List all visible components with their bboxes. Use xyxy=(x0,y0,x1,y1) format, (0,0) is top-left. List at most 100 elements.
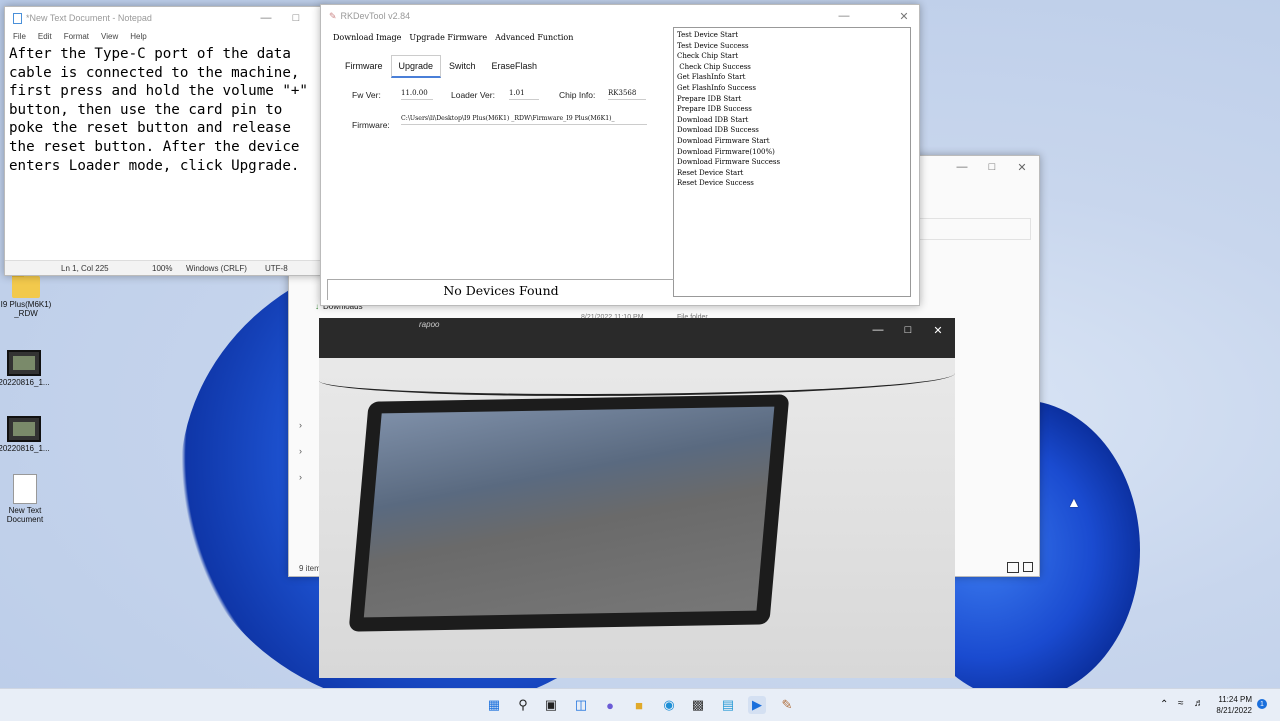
log-line: Get FlashInfo Success xyxy=(677,83,756,92)
log-line: Download Firmware Success xyxy=(677,158,781,167)
log-line: Prepare IDB Start xyxy=(677,94,742,103)
store-icon[interactable]: ▩ xyxy=(689,696,707,714)
close-button[interactable]: ✕ xyxy=(889,5,919,27)
log-line: Download IDB Success xyxy=(677,126,759,135)
close-button[interactable]: ✕ xyxy=(1007,156,1037,178)
log-panel[interactable]: Test Device Start Test Device Success Ch… xyxy=(673,27,911,297)
menu-bar: File Edit Format View Help xyxy=(5,29,323,43)
tablet-screen xyxy=(363,406,775,618)
firmware-button[interactable]: Firmware xyxy=(337,55,391,77)
log-line: Reset Device Start xyxy=(677,168,744,177)
widgets-icon[interactable]: ◫ xyxy=(572,696,590,714)
mouse-cursor-icon: ▲ xyxy=(1067,494,1081,510)
expand-chevron-icon[interactable]: › xyxy=(299,420,302,430)
maximize-button[interactable]: □ xyxy=(977,156,1007,178)
rkdevtool-icon[interactable]: ✎ xyxy=(778,696,796,714)
log-line: Prepare IDB Success xyxy=(677,105,752,114)
notepad-window[interactable]: *New Text Document - Notepad — □ File Ed… xyxy=(4,6,324,276)
download-icon: ↓ xyxy=(315,302,319,311)
log-line: Test Device Start xyxy=(677,31,739,39)
upgrade-button[interactable]: Upgrade xyxy=(390,55,442,78)
rkdevtool-titlebar[interactable]: ✎ RKDevTool v2.84 — ✕ xyxy=(321,5,919,27)
close-button[interactable]: ✕ xyxy=(923,322,953,338)
video-player-window[interactable]: rapoo — □ ✕ xyxy=(319,318,955,678)
status-bar: Ln 1, Col 225 100% Windows (CRLF) UTF-8 xyxy=(5,260,323,275)
tab-bar: Download Image Upgrade Firmware Advanced… xyxy=(333,33,573,42)
minimize-button[interactable]: — xyxy=(947,156,977,178)
notepad-titlebar[interactable]: *New Text Document - Notepad — □ xyxy=(5,7,323,29)
desktop-icon-video[interactable]: 20220816_1... xyxy=(0,350,54,387)
folder-icon xyxy=(12,272,40,298)
log-line: Check Chip Success xyxy=(677,62,751,71)
tab-advanced-function[interactable]: Advanced Function xyxy=(495,33,573,42)
video-frame-tablet xyxy=(348,394,790,632)
video-file-icon xyxy=(7,416,41,442)
menu-help[interactable]: Help xyxy=(130,32,146,41)
menu-file[interactable]: File xyxy=(13,32,26,41)
loader-ver-label: Loader Ver: xyxy=(451,90,495,100)
keyboard-brand: rapoo xyxy=(419,320,440,329)
text-editor[interactable]: After the Type-C port of the data cable … xyxy=(5,43,319,177)
desktop-icon-video[interactable]: 20220816_1... xyxy=(0,416,54,453)
desktop-icon-folder[interactable]: I9 Plus(M6K1) _RDW xyxy=(0,272,56,318)
menu-format[interactable]: Format xyxy=(64,32,89,41)
notepad-app-icon xyxy=(13,12,22,24)
menu-edit[interactable]: Edit xyxy=(38,32,52,41)
cursor-position: Ln 1, Col 225 xyxy=(61,263,109,273)
desktop-icon-label: New Text Document xyxy=(6,506,44,524)
search-box[interactable] xyxy=(919,218,1031,240)
volume-icon[interactable]: ♬ xyxy=(1194,698,1204,709)
firmware-label: Firmware: xyxy=(352,120,390,130)
media-player-icon[interactable]: ▶ xyxy=(748,696,766,714)
encoding: UTF-8 xyxy=(265,263,288,273)
log-line: Get FlashInfo Start xyxy=(677,73,746,82)
maximize-button[interactable]: □ xyxy=(893,322,923,338)
rkdevtool-app-icon: ✎ xyxy=(329,10,337,21)
window-title: *New Text Document - Notepad xyxy=(26,13,152,23)
window-title: RKDevTool v2.84 xyxy=(340,11,411,21)
desktop-icon-text-document[interactable]: New Text Document xyxy=(0,474,55,524)
file-explorer-icon[interactable]: ■ xyxy=(630,696,648,714)
firmware-path-field[interactable]: C:\Users\li\Desktop\I9 Plus(M6K1) _RDW\F… xyxy=(401,115,647,125)
log-line: Check Chip Start xyxy=(677,52,739,61)
minimize-button[interactable]: — xyxy=(251,7,281,29)
start-icon[interactable]: ▦ xyxy=(485,696,503,714)
chip-info-label: Chip Info: xyxy=(559,90,596,100)
chat-icon[interactable]: ● xyxy=(601,696,619,714)
details-view-icon[interactable] xyxy=(1007,562,1019,573)
task-view-icon[interactable]: ▣ xyxy=(542,696,560,714)
fw-ver-label: Fw Ver: xyxy=(352,90,381,100)
log-line: Reset Device Success xyxy=(677,179,754,188)
eraseflash-button[interactable]: EraseFlash xyxy=(484,55,546,77)
clock-time[interactable]: 11:24 PM xyxy=(1218,695,1252,704)
maximize-button[interactable]: □ xyxy=(281,7,311,29)
switch-button[interactable]: Switch xyxy=(441,55,484,77)
desktop-icon-label: 20220816_1... xyxy=(0,444,50,453)
large-icons-view-icon[interactable] xyxy=(1023,562,1033,572)
expand-chevron-icon[interactable]: › xyxy=(299,472,302,482)
rkdevtool-window[interactable]: ✎ RKDevTool v2.84 — ✕ Download Image Upg… xyxy=(320,4,920,306)
minimize-button[interactable]: — xyxy=(829,5,859,27)
zoom-level: 100% xyxy=(152,263,173,273)
edge-icon[interactable]: ◉ xyxy=(660,696,678,714)
log-line: Download IDB Start xyxy=(677,115,749,124)
fw-ver-value: 11.0.00 xyxy=(401,89,433,100)
expand-chevron-icon[interactable]: › xyxy=(299,446,302,456)
device-status: No Devices Found xyxy=(327,279,674,300)
minimize-button[interactable]: — xyxy=(863,322,893,338)
item-count: 9 item xyxy=(299,564,321,573)
chevron-up-icon[interactable]: ⌃ xyxy=(1160,699,1168,710)
search-icon[interactable]: ⚲ xyxy=(514,696,532,714)
line-ending: Windows (CRLF) xyxy=(186,263,247,273)
document-icon xyxy=(13,474,37,504)
notification-badge[interactable]: 1 xyxy=(1257,699,1267,709)
clock-date[interactable]: 8/21/2022 xyxy=(1214,706,1252,715)
tab-upgrade-firmware[interactable]: Upgrade Firmware xyxy=(409,33,487,42)
log-line: Test Device Success xyxy=(677,41,749,50)
taskbar: ▦ ⚲ ▣ ◫ ● ■ ◉ ▩ ▤ ▶ ✎ ⌃ ≈ ♬ 11:24 PM 8/2… xyxy=(0,688,1280,721)
tab-download-image[interactable]: Download Image xyxy=(333,33,401,42)
wifi-icon[interactable]: ≈ xyxy=(1178,698,1184,709)
notepad-icon[interactable]: ▤ xyxy=(719,696,737,714)
log-line: Download Firmware(100%) xyxy=(677,147,775,156)
menu-view[interactable]: View xyxy=(101,32,118,41)
